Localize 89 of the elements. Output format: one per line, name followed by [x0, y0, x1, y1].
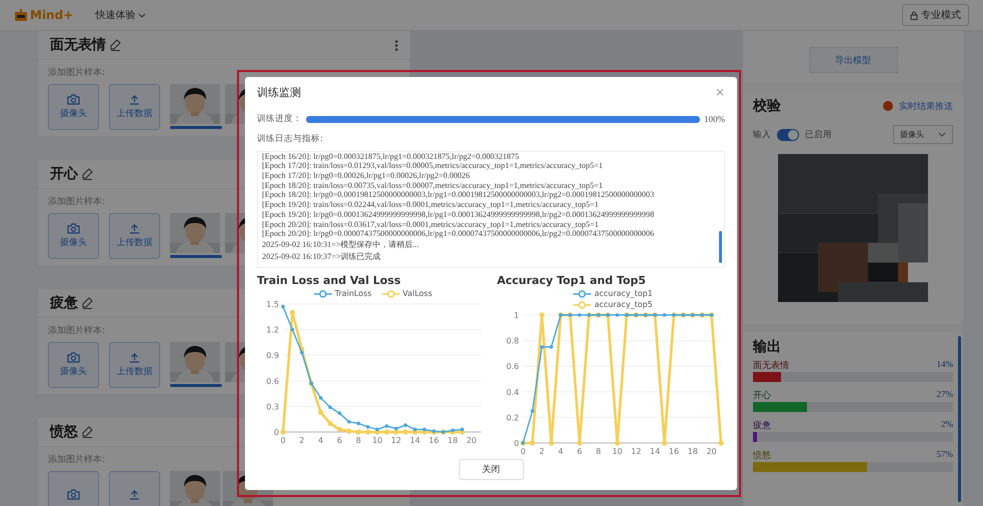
axis-tick-label: 4: [318, 436, 324, 445]
axis-tick-label: 20: [706, 447, 717, 456]
mode-menu[interactable]: 快速体验: [95, 8, 146, 22]
log-line: [Epoch 19/20]: lr/pg0=0.00013624999999999998,lr/pg1=0.00013624999999999998,lr/pg2=0.00013624999999999998: [262, 210, 656, 220]
chart-title: Accuracy Top1 and Top5: [497, 274, 647, 287]
log-line: [Epoch 19/20]: train/loss=0.02244,val/loss=0.0001,metrics/accuracy_top1=1,metrics/accuracy_top5=1: [262, 200, 600, 210]
axis-tick-label: 0: [520, 447, 526, 456]
log-line: 2025-09-02 16:10:37=>训练已完成: [262, 251, 382, 263]
upload-button[interactable]: 上传数据: [109, 84, 160, 130]
close-button[interactable]: ×: [714, 85, 725, 100]
section-title: 校验: [753, 97, 781, 115]
class-label: 开心: [753, 390, 771, 402]
axis-tick-label: 1.2: [266, 326, 279, 335]
class-title: 疲惫: [50, 294, 78, 312]
axis-tick-label: 8: [596, 447, 601, 456]
axis-tick-label: 2: [539, 447, 544, 456]
sample-label: 添加图片样本:: [48, 66, 106, 79]
pro-mode-button[interactable]: 专业模式: [902, 4, 969, 26]
percent-value: 2%: [941, 419, 953, 431]
source-select[interactable]: 摄像头: [893, 125, 953, 144]
log-line: [Epoch 20/20]: lr/pg0=0.00007437500000000006,lr/pg1=0.00007437500000000006,lr/pg2=0.00007437500000000006: [262, 229, 656, 239]
log-line: [Epoch 17/20]: train/loss=0.01293,val/loss=0.00005,metrics/accuracy_top1=1,metrics/accuracy_top5=1: [262, 161, 604, 172]
axis-tick-label: 0.6: [506, 362, 519, 372]
close-dialog-button[interactable]: 关闭: [458, 459, 524, 480]
percent-value: 27%: [936, 389, 953, 401]
dialog-title: 训练监测: [257, 84, 301, 100]
log-line: [Epoch 18/20]: train/loss=0.00735,val/loss=0.00007,metrics/accuracy_top1=1,metrics/accuracy_top5=1: [262, 180, 604, 190]
axis-tick-label: 8: [356, 436, 361, 445]
legend-item[interactable]: ValLoss: [382, 289, 432, 298]
class-title: 面无表情: [50, 36, 106, 54]
camera-button[interactable]: 摄像头: [48, 84, 99, 130]
sample-label: 添加图片样本:: [48, 196, 106, 208]
export-model-button[interactable]: 导出模型: [808, 47, 898, 73]
log-line: [Epoch 20/20]: train/loss=0.03617,val/loss=0.0001,metrics/accuracy_top1=1,metrics/accuracy_top5=1: [262, 220, 600, 230]
axis-tick-label: 0.6: [266, 376, 279, 386]
legend-item[interactable]: TrainLoss: [314, 289, 372, 298]
axis-tick-label: 0.2: [506, 413, 519, 422]
progress-value: 100%: [704, 114, 725, 124]
axis-tick-label: 18: [448, 436, 458, 445]
axis-tick-label: 4: [558, 447, 564, 456]
axis-tick-label: 20: [466, 436, 477, 445]
axis-tick-label: 12: [391, 436, 402, 445]
axis-tick-label: 1: [514, 311, 519, 320]
camera-button[interactable]: 摄像头: [48, 213, 99, 259]
axis-tick-label: 2: [299, 436, 304, 445]
axis-tick-label: 0.8: [506, 336, 519, 346]
legend-item[interactable]: accuracy_top1: [573, 289, 653, 298]
axis-tick-label: 18: [688, 447, 698, 456]
axis-tick-label: 0: [280, 436, 286, 445]
axis-tick-label: 0: [514, 439, 519, 448]
switch-label: 已启用: [805, 128, 832, 140]
log-line: [Epoch 18/20]: lr/pg0=0.00019812500000000003,lr/pg1=0.00019812500000000003,lr/pg2=0.00019812500000000003: [262, 190, 656, 200]
axis-tick-label: 16: [428, 436, 439, 445]
percent-value: 14%: [936, 359, 953, 371]
sample-label: 添加图片样本:: [48, 324, 106, 337]
axis-tick-label: 0.9: [266, 351, 279, 360]
axis-tick-label: 0.3: [266, 402, 279, 412]
axis-tick-label: 1.5: [266, 300, 279, 309]
log-line: [Epoch 17/20]: lr/pg0=0.00026,lr/pg1=0.00026,lr/pg2=0.00026: [262, 171, 471, 181]
chart-title: Train Loss and Val Loss: [257, 274, 402, 287]
axis-tick-label: 16: [668, 447, 679, 456]
sample-label: 添加图片样本:: [48, 454, 106, 466]
class-title: 愤怒: [50, 423, 78, 441]
class-label: 面无表情: [753, 360, 789, 372]
progress-label: 训练进度：: [257, 113, 302, 126]
input-label: 输入: [753, 128, 771, 140]
section-title: 输出: [753, 338, 782, 356]
camera-button[interactable]: 摄像头: [48, 342, 99, 388]
upload-button[interactable]: 上传数据: [109, 342, 160, 388]
axis-tick-label: 10: [612, 447, 622, 456]
axis-tick-label: 6: [577, 447, 582, 456]
log-line: [Epoch 16/20]: lr/pg0=0.000321875,lr/pg1=0.000321875,lr/pg2=0.000321875: [262, 152, 520, 162]
axis-tick-label: 10: [372, 436, 382, 445]
axis-tick-label: 14: [410, 436, 420, 445]
app-logo[interactable]: Mind+: [14, 8, 74, 22]
axis-tick-label: 12: [631, 447, 642, 456]
axis-tick-label: 6: [337, 436, 342, 445]
axis-tick-label: 0.4: [506, 388, 519, 397]
push-link[interactable]: 实时结果推送: [899, 100, 953, 112]
percent-value: 57%: [936, 449, 953, 461]
upload-button[interactable]: 上传数据: [109, 213, 160, 259]
axis-tick-label: 14: [650, 447, 660, 456]
axis-tick-label: 0: [274, 428, 279, 437]
log-line: 2025-09-02 16:10:31=>模型保存中，请稍后...: [262, 239, 420, 251]
class-title: 开心: [50, 165, 78, 183]
legend-item[interactable]: accuracy_top5: [573, 300, 653, 309]
log-label: 训练日志与指标:: [257, 133, 324, 146]
class-label: 疲惫: [753, 420, 771, 432]
class-label: 愤怒: [753, 450, 771, 462]
